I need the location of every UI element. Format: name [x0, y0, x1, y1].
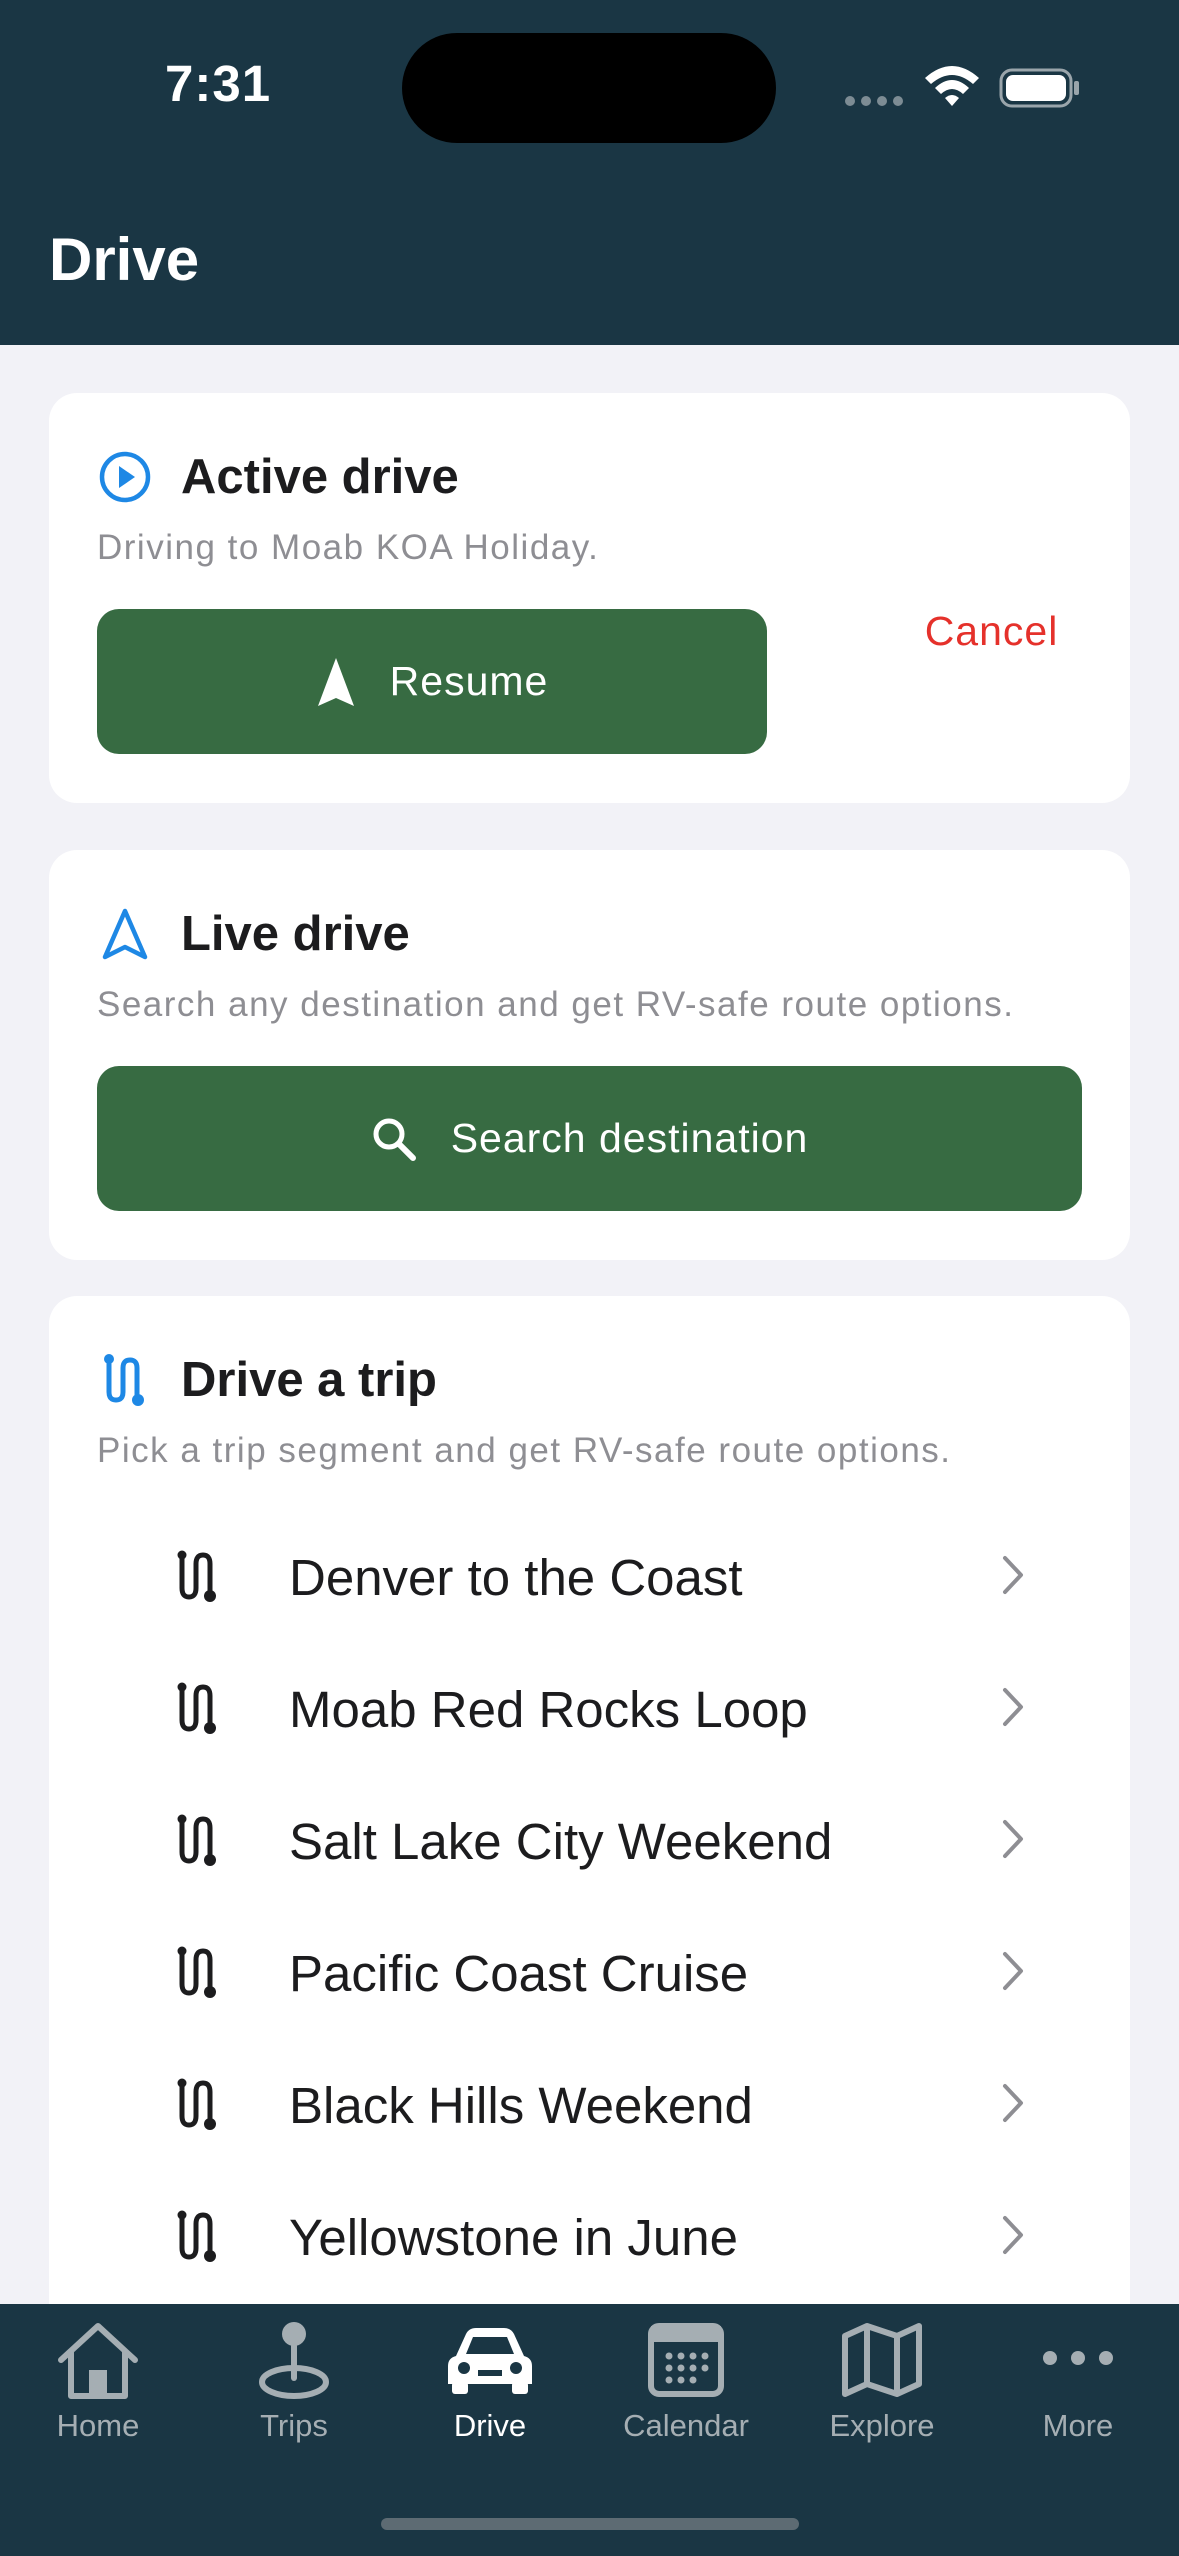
house-icon: [58, 2323, 138, 2399]
drive-trip-card: Drive a trip Pick a trip segment and get…: [49, 1296, 1130, 2346]
search-destination-label: Search destination: [450, 1115, 809, 1161]
wifi-icon: [925, 66, 979, 106]
route-icon: [177, 2210, 216, 2262]
active-drive-card: Active drive Driving to Moab KOA Holiday…: [49, 393, 1130, 803]
resume-label: Resume: [389, 658, 549, 704]
tab-home[interactable]: Home: [0, 2304, 196, 2454]
trip-row[interactable]: Moab Red Rocks Loop: [49, 1642, 1130, 1774]
tab-label: Calendar: [623, 2408, 749, 2443]
tab-drive[interactable]: Drive: [392, 2304, 588, 2454]
tab-label: Trips: [260, 2408, 328, 2443]
drive-trip-title: Drive a trip: [181, 1353, 437, 1407]
trip-row[interactable]: Salt Lake City Weekend: [49, 1774, 1130, 1906]
live-drive-subtitle: Search any destination and get RV-safe r…: [97, 985, 1015, 1024]
trip-label: Moab Red Rocks Loop: [289, 1681, 808, 1738]
car-icon: [448, 2328, 532, 2394]
chevron-right-icon: [1003, 1556, 1023, 1594]
pin-icon: [259, 2322, 329, 2399]
trip-label: Black Hills Weekend: [289, 2077, 753, 2134]
chevron-right-icon: [1003, 1688, 1023, 1726]
cellular-signal-icon: [845, 96, 905, 106]
navigation-outline-icon: [102, 908, 148, 960]
tab-calendar[interactable]: Calendar: [588, 2304, 784, 2454]
tab-explore[interactable]: Explore: [784, 2304, 980, 2454]
drive-trip-subtitle: Pick a trip segment and get RV-safe rout…: [97, 1431, 952, 1470]
trip-row[interactable]: Black Hills Weekend: [49, 2038, 1130, 2170]
navigation-arrow-icon: [317, 657, 354, 706]
home-indicator: [381, 2518, 799, 2530]
tab-more[interactable]: More: [980, 2304, 1176, 2454]
active-drive-title: Active drive: [181, 450, 459, 504]
route-icon: [177, 1814, 216, 1866]
cancel-button[interactable]: Cancel: [829, 608, 1154, 655]
trip-label: Denver to the Coast: [289, 1549, 743, 1606]
tab-label: Home: [56, 2408, 140, 2443]
tab-label: Explore: [829, 2408, 935, 2443]
tab-bar: Home Trips Drive Calendar Explore More: [0, 2304, 1179, 2556]
resume-button[interactable]: Resume: [97, 609, 767, 754]
trip-row[interactable]: Denver to the Coast: [49, 1510, 1130, 1642]
route-icon: [177, 1550, 216, 1602]
trip-row[interactable]: Pacific Coast Cruise: [49, 1906, 1130, 2038]
page-title: Drive: [49, 226, 200, 293]
map-icon: [842, 2323, 922, 2397]
search-destination-button[interactable]: Search destination: [97, 1066, 1082, 1211]
navigation-header: 7:31 Drive: [0, 0, 1179, 345]
active-drive-subtitle: Driving to Moab KOA Holiday.: [97, 528, 600, 567]
tab-trips[interactable]: Trips: [196, 2304, 392, 2454]
trip-label: Yellowstone in June: [289, 2209, 738, 2266]
calendar-icon: [648, 2323, 724, 2397]
route-icon: [177, 2078, 216, 2130]
route-icon: [177, 1946, 216, 1998]
chevron-right-icon: [1003, 1952, 1023, 1990]
search-icon: [373, 1118, 416, 1161]
chevron-right-icon: [1003, 2084, 1023, 2122]
status-time: 7:31: [165, 55, 272, 112]
live-drive-title: Live drive: [181, 907, 410, 961]
dynamic-island: [402, 33, 776, 143]
chevron-right-icon: [1003, 2216, 1023, 2254]
chevron-right-icon: [1003, 1820, 1023, 1858]
trip-row[interactable]: Yellowstone in June: [49, 2170, 1130, 2302]
battery-icon: [999, 68, 1079, 108]
tab-label: More: [1042, 2408, 1114, 2443]
route-icon: [177, 1682, 216, 1734]
play-circle-icon: [99, 451, 151, 503]
trip-label: Salt Lake City Weekend: [289, 1813, 833, 1870]
ellipsis-icon: [1043, 2351, 1113, 2365]
live-drive-card: Live drive Search any destination and ge…: [49, 850, 1130, 1260]
tab-label: Drive: [453, 2408, 527, 2443]
route-icon: [104, 1354, 144, 1406]
trip-label: Pacific Coast Cruise: [289, 1945, 749, 2002]
